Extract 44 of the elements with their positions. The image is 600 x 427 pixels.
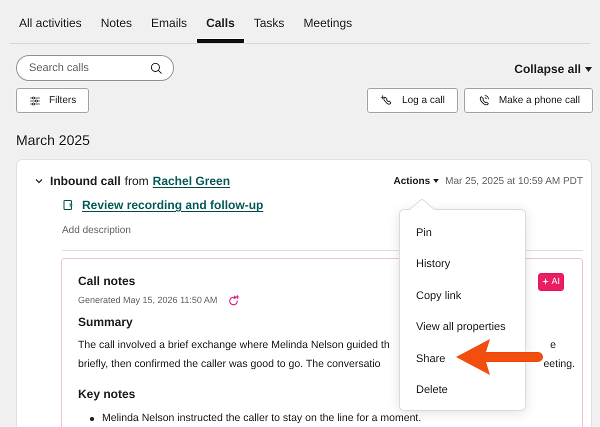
menu-item[interactable]: Pin — [400, 217, 525, 248]
summary-text: e — [550, 338, 556, 353]
menu-item[interactable]: Copy link — [400, 280, 525, 312]
tab[interactable]: Notes — [92, 14, 142, 43]
bullet-icon — [90, 416, 94, 421]
summary-text: briefly, then confirmed the caller was good to go. The conversatio — [78, 357, 381, 372]
task-icon — [62, 199, 74, 211]
menu-item[interactable]: Share — [400, 343, 525, 374]
key-note-text: Melinda Nelson instructed the caller to stay on the line for a moment. — [102, 411, 422, 426]
menu-item[interactable]: History — [400, 248, 525, 280]
caret-icon — [585, 66, 592, 72]
contact-link[interactable]: Rachel Green — [152, 172, 230, 190]
tab[interactable]: Meetings — [294, 14, 362, 43]
tab[interactable]: Emails — [142, 14, 196, 43]
filters-button[interactable]: Filters — [16, 88, 90, 113]
caret-icon — [433, 179, 440, 183]
key-notes-heading: Key notes — [78, 386, 136, 403]
summary-heading: Summary — [78, 314, 133, 331]
regenerate-icon — [227, 294, 240, 307]
phone-plus-icon — [380, 94, 394, 107]
call-date: Mar 25, 2025 at 10:59 AM PDT — [445, 174, 583, 188]
collapse-all-button[interactable]: Collapse all — [514, 60, 592, 78]
search-icon — [149, 61, 163, 75]
tab[interactable]: Tasks — [244, 14, 294, 43]
tab[interactable]: Calls — [197, 14, 244, 43]
summary-text: The call involved a brief exchange where Melinda Nelson guided th — [78, 338, 390, 353]
tab[interactable]: All activities — [10, 14, 91, 43]
call-type: Inbound call — [50, 173, 121, 190]
log-call-button[interactable]: Log a call — [367, 88, 458, 113]
summary-text: eeting. — [543, 357, 575, 372]
menu-item[interactable]: View all properties — [400, 312, 525, 343]
description-field[interactable]: Add description — [62, 223, 131, 238]
actions-button[interactable]: Actions — [393, 174, 440, 188]
arrow-icon — [456, 337, 544, 377]
from-label: from — [124, 173, 149, 190]
generated-date: Generated May 15, 2026 11:50 AM — [78, 294, 218, 307]
search-field[interactable]: Search calls — [16, 55, 174, 81]
sliders-icon — [29, 94, 41, 106]
task-link[interactable]: Review recording and follow-up — [82, 196, 264, 214]
menu-item[interactable]: Delete — [400, 374, 525, 406]
notes-title: Call notes — [78, 273, 136, 290]
ai-badge: AI — [538, 273, 564, 290]
month-heading: March 2025 — [16, 131, 90, 150]
phone-call-button[interactable]: Make a phone call — [464, 88, 593, 113]
